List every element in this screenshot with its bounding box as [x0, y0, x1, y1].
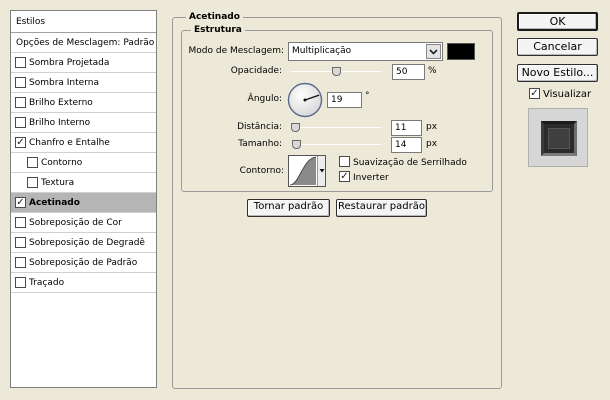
style-item-label: Sobreposição de Cor: [29, 218, 122, 228]
antialias-label: Suavização de Serrilhado: [353, 158, 467, 168]
style-item-checkbox[interactable]: [15, 196, 26, 208]
style-item-label: Traçado: [29, 278, 65, 288]
cancel-button[interactable]: Cancelar: [517, 38, 598, 56]
antialias-checkbox-box[interactable]: [339, 156, 350, 167]
style-item-label: Sobreposição de Padrão: [29, 258, 138, 268]
blend-mode-value: Multiplicação: [292, 46, 352, 56]
style-item[interactable]: Sobreposição de Cor: [11, 213, 156, 233]
invert-checkbox-box[interactable]: [339, 171, 350, 182]
size-input[interactable]: 14: [391, 137, 422, 153]
style-item[interactable]: Textura: [11, 173, 156, 193]
blending-options-item[interactable]: Opções de Mesclagem: Padrão: [11, 33, 156, 53]
size-slider-track[interactable]: [291, 144, 381, 145]
contour-picker[interactable]: [288, 155, 326, 187]
style-item-label: Brilho Interno: [29, 118, 91, 128]
contour-arrow-icon[interactable]: [317, 156, 325, 186]
size-unit: px: [426, 139, 438, 149]
preview-swatch: [541, 121, 577, 156]
invert-label: Inverter: [353, 173, 389, 183]
style-item[interactable]: Sombra Projetada: [11, 53, 156, 73]
preview-checkbox-box[interactable]: [529, 87, 540, 99]
style-item-checkbox[interactable]: [15, 256, 26, 268]
structure-group-title: Estrutura: [191, 24, 245, 36]
angle-dial[interactable]: [287, 82, 323, 118]
style-item[interactable]: Brilho Externo: [11, 93, 156, 113]
angle-label: Ângulo:: [247, 94, 282, 104]
contour-curve-icon: [289, 156, 317, 186]
style-items-list: Sombra Projetada Sombra Interna Brilho Ext…: [11, 53, 156, 293]
size-label: Tamanho:: [238, 139, 282, 149]
style-item-checkbox[interactable]: [15, 236, 26, 248]
style-item[interactable]: Chanfro e Entalhe: [11, 133, 156, 153]
style-item-checkbox[interactable]: [15, 96, 26, 108]
distance-slider-knob[interactable]: [290, 123, 300, 132]
style-item[interactable]: Brilho Interno: [11, 113, 156, 133]
style-item[interactable]: Contorno: [11, 153, 156, 173]
style-item[interactable]: Sobreposição de Degradê: [11, 233, 156, 253]
style-item-label: Textura: [41, 178, 75, 188]
opacity-unit: %: [428, 66, 437, 76]
preview-label: Visualizar: [543, 89, 592, 100]
style-item[interactable]: Sobreposição de Padrão: [11, 253, 156, 273]
style-item-label: Sobreposição de Degradê: [29, 238, 145, 248]
angle-unit: °: [365, 91, 370, 101]
opacity-label: Opacidade:: [230, 66, 282, 76]
blend-mode-label: Modo de Mesclagem:: [188, 46, 284, 56]
distance-unit: px: [426, 122, 438, 132]
style-item-checkbox[interactable]: [27, 156, 38, 168]
style-item-label: Brilho Externo: [29, 98, 93, 108]
make-default-button[interactable]: Tornar padrão: [247, 199, 330, 217]
style-item-label: Sombra Interna: [29, 78, 99, 88]
chevron-down-icon[interactable]: [426, 44, 441, 59]
blend-mode-dropdown[interactable]: Multiplicação: [288, 42, 443, 61]
style-item-checkbox[interactable]: [15, 56, 26, 68]
angle-input[interactable]: 19: [327, 92, 362, 108]
style-item-checkbox[interactable]: [15, 116, 26, 128]
styles-list-panel: Estilos Opções de Mesclagem: Padrão Somb…: [10, 10, 157, 388]
style-item[interactable]: Acetinado: [11, 193, 156, 213]
style-item[interactable]: Traçado: [11, 273, 156, 293]
size-slider-knob[interactable]: [291, 140, 301, 149]
style-preview-thumbnail: [528, 108, 588, 167]
style-item-checkbox[interactable]: [27, 176, 38, 188]
ok-button[interactable]: OK: [517, 12, 598, 31]
style-item-label: Contorno: [41, 158, 83, 168]
style-item-label: Chanfro e Entalhe: [29, 138, 110, 148]
distance-label: Distância:: [237, 122, 282, 132]
style-item[interactable]: Sombra Interna: [11, 73, 156, 93]
style-item-label: Sombra Projetada: [29, 58, 110, 68]
restore-default-button[interactable]: Restaurar padrão: [336, 199, 427, 217]
invert-checkbox[interactable]: Inverter: [339, 171, 389, 185]
opacity-slider-knob[interactable]: [332, 67, 341, 76]
style-item-checkbox[interactable]: [15, 276, 26, 288]
distance-slider-track[interactable]: [291, 127, 381, 128]
style-item-label: Acetinado: [29, 198, 80, 208]
styles-header[interactable]: Estilos: [11, 11, 156, 33]
style-item-checkbox[interactable]: [15, 216, 26, 228]
antialias-checkbox[interactable]: Suavização de Serrilhado: [339, 156, 467, 170]
distance-input[interactable]: 11: [391, 120, 422, 136]
blend-color-swatch[interactable]: [447, 43, 475, 60]
style-item-checkbox[interactable]: [15, 136, 26, 148]
opacity-input[interactable]: 50: [392, 64, 425, 80]
satin-group-title: Acetinado: [186, 11, 243, 23]
preview-checkbox[interactable]: Visualizar: [529, 87, 592, 102]
style-item-checkbox[interactable]: [15, 76, 26, 88]
new-style-button[interactable]: Novo Estilo...: [517, 64, 598, 82]
contour-label: Contorno:: [239, 166, 284, 176]
